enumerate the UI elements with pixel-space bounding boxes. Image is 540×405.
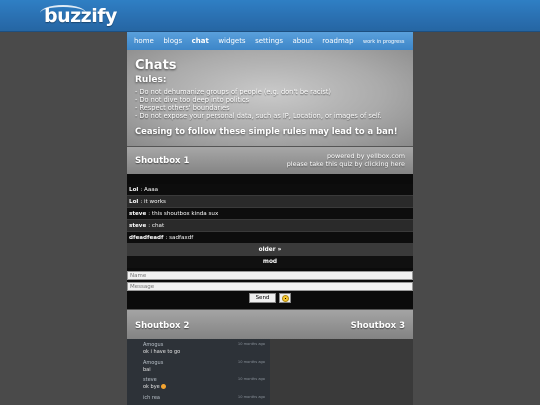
shoutbox3-title: Shoutbox 3	[350, 321, 405, 331]
shoutbox-2-3-header: Shoutbox 2 Shoutbox 3	[127, 309, 413, 339]
feed-item: Amogus 10 months ago ok i have to go	[141, 341, 270, 359]
feed-text: ok bye	[143, 384, 160, 390]
message-user[interactable]: steve	[129, 223, 146, 229]
shoutbox1-spacer	[127, 174, 413, 184]
feed-time: 10 months ago	[237, 377, 265, 381]
page-title: Chats	[135, 58, 177, 73]
rule-item: - Respect others' boundaries	[135, 104, 230, 112]
feed-time: 10 months ago	[237, 394, 265, 399]
feed-user[interactable]: steve	[143, 377, 157, 383]
message-user[interactable]: steve	[129, 211, 146, 217]
shoutbox2-title: Shoutbox 2	[135, 321, 190, 331]
shoutbox1-header: Shoutbox 1 powered by yellbox.com please…	[127, 146, 413, 174]
feed-text: ok i have to go	[143, 349, 181, 355]
nav-home[interactable]: home	[134, 37, 154, 45]
feed-time: 10 months ago	[237, 359, 265, 364]
logo-swoosh	[40, 5, 86, 21]
feed-time: 10 months ago	[237, 342, 265, 346]
send-button[interactable]: Send	[248, 293, 277, 303]
mod-link[interactable]: mod	[127, 256, 413, 268]
shoutbox3-feed	[270, 339, 413, 405]
laugh-emoji-icon	[160, 384, 166, 389]
shoutbox1-title: Shoutbox 1	[135, 156, 190, 166]
rules-panel: Chats Rules: - Do not dehumanize groups …	[127, 50, 413, 146]
nav-chat[interactable]: chat	[192, 37, 209, 45]
message-text: chat	[151, 222, 165, 229]
nav-work-in-progress[interactable]: work in progress	[363, 39, 404, 45]
site-header: buzzify	[0, 0, 540, 32]
quiz-link[interactable]: please take this quiz by clicking here	[287, 160, 405, 168]
feed-item: steve 10 months ago ok bye	[141, 376, 270, 394]
yellbox-link[interactable]: powered by yellbox.com	[327, 152, 405, 160]
rules-list: - Do not dehumanize groups of people (e.…	[135, 88, 405, 120]
chat-message: dfeadfeadf: sadfaxdf	[127, 232, 413, 244]
shoutbox2-feed: Amogus 10 months ago ok i have to go Amo…	[127, 339, 270, 405]
feed-text-with-emoji: ok bye	[143, 384, 166, 390]
message-user[interactable]: dfeadfeadf	[129, 235, 163, 241]
nav-about[interactable]: about	[293, 37, 313, 45]
shoutbox1-credit: powered by yellbox.com please take this …	[287, 152, 405, 168]
message-user[interactable]: Lol	[129, 199, 138, 205]
nav-widgets[interactable]: widgets	[218, 37, 245, 45]
message-user[interactable]: Lol	[129, 187, 138, 193]
name-field[interactable]	[127, 271, 413, 280]
feed-item: Amogus 10 months ago bai	[141, 359, 270, 377]
ban-warning: Ceasing to follow these simple rules may…	[135, 126, 398, 136]
nav-roadmap[interactable]: roadmap	[322, 37, 353, 45]
emoji-picker-button[interactable]	[279, 293, 292, 303]
rules-heading: Rules:	[135, 75, 167, 85]
older-messages-link[interactable]: older »	[127, 244, 413, 256]
main-nav: home blogs chat widgets settings about r…	[127, 32, 413, 50]
feed-text: bai	[143, 366, 151, 373]
smiley-icon	[281, 294, 289, 302]
send-row: Send	[127, 293, 413, 303]
feed-user[interactable]: Amogus	[143, 342, 163, 348]
rule-item: - Do not dive too deep into politics	[135, 96, 250, 104]
chat-message: steve: chat	[127, 220, 413, 232]
chat-message: steve: this shoutbox kinda sux	[127, 208, 413, 220]
message-text: this shoutbox kinda sux	[151, 210, 219, 217]
buzzify-logo[interactable]: buzzify	[40, 4, 117, 28]
chat-message: Lol: Aaaa	[127, 184, 413, 196]
message-field[interactable]	[127, 282, 413, 291]
feed-user[interactable]: ich rea	[143, 395, 160, 401]
main-column: home blogs chat widgets settings about r…	[127, 32, 413, 405]
feed-item: ich rea 10 months ago	[141, 394, 270, 405]
message-text: sadfaxdf	[169, 234, 194, 241]
message-text: Aaaa	[144, 186, 159, 193]
message-text: it works	[144, 198, 166, 205]
rule-item: - Do not expose your personal data, such…	[135, 112, 382, 120]
chat-message: Lol: it works	[127, 196, 413, 208]
nav-settings[interactable]: settings	[255, 37, 283, 45]
shoutbox1-form: Send	[127, 268, 413, 309]
rule-item: - Do not dehumanize groups of people (e.…	[135, 88, 331, 96]
nav-blogs[interactable]: blogs	[163, 37, 182, 45]
shoutbox-2-3-body: Amogus 10 months ago ok i have to go Amo…	[127, 339, 413, 405]
feed-user[interactable]: Amogus	[143, 360, 163, 366]
